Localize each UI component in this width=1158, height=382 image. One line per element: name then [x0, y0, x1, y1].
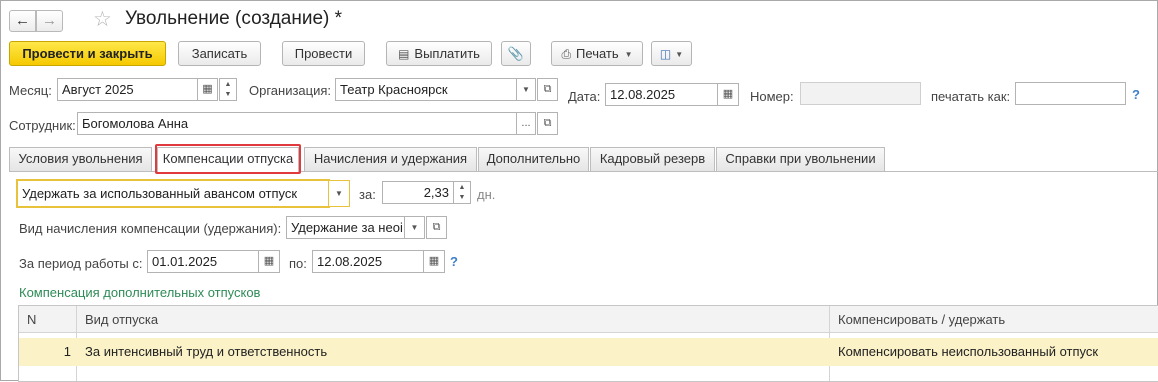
calendar-icon: ▦: [722, 88, 734, 100]
chevron-down-icon: ▼: [624, 50, 633, 60]
tab-accruals-deductions[interactable]: Начисления и удержания: [304, 147, 477, 171]
open-window-icon: ⧉: [432, 221, 441, 233]
table-row[interactable]: 1 За интенсивный труд и ответственность …: [19, 338, 1158, 366]
period-from-calendar-button[interactable]: ▦: [258, 250, 280, 273]
chevron-down-icon: ▼: [522, 85, 530, 94]
post-button[interactable]: Провести: [282, 41, 365, 66]
number-label: Номер:: [750, 89, 794, 104]
chevron-down-icon: ▼: [675, 50, 684, 60]
column-header-compensate[interactable]: Компенсировать / удержать: [838, 306, 1005, 333]
tab-dismissal-conditions[interactable]: Условия увольнения: [9, 147, 152, 171]
row-action: Компенсировать неиспользованный отпуск: [838, 344, 1099, 359]
document-pay-icon: ▤: [398, 47, 410, 61]
organization-label: Организация:: [249, 83, 332, 98]
accrual-type-field[interactable]: Удержание за неоі: [286, 216, 405, 239]
employee-field[interactable]: Богомолова Анна: [77, 112, 517, 135]
organization-field[interactable]: Театр Красноярск: [335, 78, 517, 101]
section-title: Компенсация дополнительных отпусков: [19, 285, 261, 300]
employee-select-button[interactable]: ...: [516, 112, 536, 135]
calendar-button[interactable]: ▦: [197, 78, 218, 101]
days-spinner[interactable]: ▲ ▼: [453, 181, 471, 204]
period-to-field[interactable]: 12.08.2025: [312, 250, 424, 273]
days-for-label: за:: [359, 187, 376, 202]
page-title: Увольнение (создание) *: [125, 8, 343, 29]
paperclip-icon: 📎: [507, 46, 525, 61]
print-button[interactable]: ⎙ Печать ▼: [551, 41, 643, 66]
tab-highlight-frame: [155, 144, 301, 174]
employee-label: Сотрудник:: [9, 118, 76, 133]
help-icon[interactable]: ?: [1132, 87, 1140, 102]
period-from-field[interactable]: 01.01.2025: [147, 250, 259, 273]
organization-open-button[interactable]: ⧉: [537, 78, 558, 101]
back-button[interactable]: ←: [9, 10, 36, 32]
column-header-n[interactable]: N: [27, 306, 36, 333]
organization-dropdown-button[interactable]: ▼: [516, 78, 536, 101]
printer-icon: ⎙: [561, 47, 572, 61]
document-window: ← → ☆ Увольнение (создание) * Провести и…: [0, 0, 1158, 382]
pay-button-label: Выплатить: [414, 46, 480, 61]
date-calendar-button[interactable]: ▦: [717, 83, 739, 106]
tab-dismissal-certificates[interactable]: Справки при увольнении: [716, 147, 885, 171]
open-window-icon: ⧉: [543, 117, 552, 129]
arrow-left-icon: ←: [15, 12, 30, 29]
tab-additional[interactable]: Дополнительно: [478, 147, 589, 171]
star-icon[interactable]: ☆: [93, 7, 112, 32]
ellipsis-icon: ...: [521, 117, 531, 129]
calendar-icon: ▦: [428, 255, 440, 267]
print-as-field[interactable]: [1015, 82, 1126, 105]
calendar-icon: ▦: [202, 83, 213, 95]
additional-vacations-table[interactable]: N Вид отпуска Компенсировать / удержать …: [18, 305, 1158, 382]
date-field[interactable]: 12.08.2025: [605, 83, 718, 106]
days-field[interactable]: 2,33: [382, 181, 454, 204]
help-icon[interactable]: ?: [450, 254, 458, 269]
chevron-down-icon: ▼: [335, 189, 343, 198]
month-spinner[interactable]: ▲ ▼: [219, 78, 237, 101]
date-label: Дата:: [568, 89, 601, 104]
employee-open-button[interactable]: ⧉: [537, 112, 558, 135]
save-button[interactable]: Записать: [178, 41, 261, 66]
number-field: [800, 82, 921, 105]
column-header-vacation-type[interactable]: Вид отпуска: [85, 306, 158, 333]
print-as-label: печатать как:: [931, 89, 1011, 104]
month-label: Месяц:: [9, 83, 52, 98]
row-number: 1: [63, 344, 71, 359]
accrual-type-open-button[interactable]: ⧉: [426, 216, 447, 239]
compensation-mode-field[interactable]: Удержать за использованный авансом отпус…: [17, 180, 329, 207]
accrual-type-dropdown-button[interactable]: ▼: [404, 216, 425, 239]
compensation-mode-dropdown-button[interactable]: ▼: [328, 180, 350, 207]
period-to-calendar-button[interactable]: ▦: [423, 250, 445, 273]
calendar-icon: ▦: [263, 255, 275, 267]
days-unit: дн.: [477, 187, 496, 202]
document-export-icon: ◫: [659, 47, 672, 61]
arrow-right-icon: →: [42, 12, 57, 29]
open-window-icon: ⧉: [543, 83, 552, 95]
print-button-label: Печать: [576, 46, 619, 61]
chevron-down-icon: ▼: [410, 223, 419, 232]
row-vacation-type: За интенсивный труд и ответственность: [85, 344, 328, 359]
month-field[interactable]: Август 2025: [57, 78, 198, 101]
more-actions-button[interactable]: ◫ ▼: [651, 41, 692, 66]
period-from-label: За период работы с:: [19, 256, 143, 271]
accrual-type-label: Вид начисления компенсации (удержания):: [19, 221, 282, 236]
post-and-close-button[interactable]: Провести и закрыть: [9, 41, 166, 66]
attach-button[interactable]: 📎: [501, 41, 531, 66]
forward-button[interactable]: →: [36, 10, 63, 32]
tab-personnel-reserve[interactable]: Кадровый резерв: [590, 147, 715, 171]
table-header: N Вид отпуска Компенсировать / удержать: [19, 306, 1158, 333]
period-to-label: по:: [289, 256, 307, 271]
pay-button[interactable]: ▤ Выплатить: [386, 41, 492, 66]
